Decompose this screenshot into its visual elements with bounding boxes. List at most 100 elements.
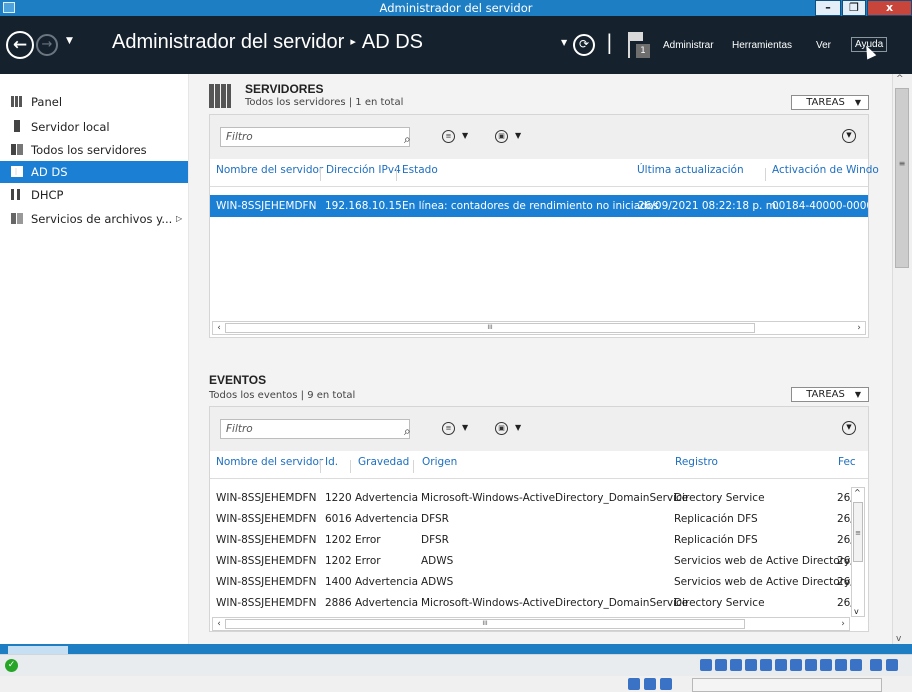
tray-icon[interactable] — [760, 659, 772, 671]
table-row[interactable]: WIN-8SSJEHEMDFN 1400 Advertencia ADWS Se… — [210, 571, 852, 593]
tray-icon[interactable] — [805, 659, 817, 671]
sidebar-item-label: Panel — [31, 95, 63, 109]
bottom-strip — [0, 676, 912, 692]
menu-herramientas[interactable]: Herramientas — [732, 40, 792, 51]
chevron-down-icon[interactable]: ▼ — [462, 423, 468, 432]
scrollbar-thumb[interactable]: III — [225, 619, 745, 629]
cell-status: En línea: contadores de rendimiento no i… — [402, 200, 659, 212]
forward-arrow-icon[interactable]: → — [36, 34, 58, 56]
sidebar-item-label: Servicios de archivos y... — [31, 212, 173, 226]
taskbar-button[interactable] — [8, 646, 68, 654]
table-row[interactable]: WIN-8SSJEHEMDFN 2886 Advertencia Microso… — [210, 592, 852, 614]
scroll-right-icon[interactable]: › — [837, 618, 849, 630]
table-row[interactable]: WIN-8SSJEHEMDFN 192.168.10.15 En línea: … — [210, 195, 868, 217]
window-title: Administrador del servidor — [379, 1, 533, 15]
menu-administrar[interactable]: Administrar — [663, 40, 714, 51]
tray-icon[interactable] — [850, 659, 862, 671]
column-server-name[interactable]: Nombre del servidor — [216, 164, 323, 186]
tray-icon[interactable] — [790, 659, 802, 671]
back-arrow-icon[interactable]: ← — [6, 31, 34, 59]
column-windows-activation[interactable]: Activación de Windo — [772, 164, 879, 186]
search-icon[interactable]: ⌕ — [404, 130, 411, 148]
scrollbar-thumb[interactable]: III — [225, 323, 755, 333]
tray-icon[interactable] — [835, 659, 847, 671]
tray-icon[interactable] — [628, 678, 640, 690]
search-icon[interactable]: ⌕ — [404, 422, 411, 440]
table-row[interactable]: WIN-8SSJEHEMDFN 1202 Error ADWS Servicio… — [210, 550, 852, 572]
scroll-up-icon[interactable]: ^ — [854, 488, 861, 497]
close-button[interactable]: x — [867, 0, 912, 16]
column-ipv4[interactable]: Dirección IPv4 — [326, 164, 401, 186]
servers-tasks-button[interactable]: TAREAS ▼ — [791, 95, 869, 110]
scroll-left-icon[interactable]: ‹ — [213, 322, 225, 334]
column-status[interactable]: Estado — [402, 164, 438, 186]
table-row[interactable]: WIN-8SSJEHEMDFN 1220 Advertencia Microso… — [210, 487, 852, 509]
scroll-down-icon[interactable]: v — [896, 634, 901, 644]
chevron-down-icon: ▼ — [854, 98, 861, 107]
refresh-icon[interactable]: ⟳ — [573, 34, 595, 56]
tray-icon[interactable] — [660, 678, 672, 690]
column-date[interactable]: Fec — [838, 456, 856, 478]
events-section-title: EVENTOS — [209, 373, 267, 387]
column-server-name[interactable]: Nombre del servidor — [216, 456, 323, 478]
tray-icon[interactable] — [730, 659, 742, 671]
notification-count-badge: 1 — [636, 44, 650, 58]
events-tasks-button[interactable]: TAREAS ▼ — [791, 387, 869, 402]
files-icon — [11, 213, 23, 224]
list-options-icon[interactable]: ≡ — [442, 130, 455, 143]
tasks-label: TAREAS — [806, 97, 845, 108]
notifications-flag-icon[interactable]: 1 — [626, 30, 656, 60]
tray-icon[interactable] — [870, 659, 882, 671]
breadcrumb-separator-icon: ▸ — [350, 36, 356, 48]
chevron-right-icon: ▷ — [176, 214, 183, 223]
chevron-down-icon[interactable]: ▼ — [515, 131, 521, 140]
column-severity[interactable]: Gravedad — [358, 456, 409, 478]
tray-icon[interactable] — [820, 659, 832, 671]
column-id[interactable]: Id. — [325, 456, 338, 478]
servers-horizontal-scrollbar[interactable]: ‹ III › — [212, 321, 866, 335]
maximize-button[interactable]: ❐ — [842, 0, 866, 16]
list-options-icon[interactable]: ≡ — [442, 422, 455, 435]
tray-icon[interactable] — [775, 659, 787, 671]
sidebar-item-all-servers[interactable]: Todos los servidores — [0, 139, 188, 161]
tray-icon[interactable] — [715, 659, 727, 671]
breadcrumb-root[interactable]: Administrador del servidor — [112, 31, 344, 53]
scrollbar-thumb[interactable]: ≡ — [895, 88, 909, 268]
breadcrumb-dropdown-icon[interactable]: ▼ — [561, 38, 567, 47]
servers-filter-input[interactable]: Filtro ⌕ — [220, 127, 411, 148]
scroll-down-icon[interactable]: v — [854, 607, 859, 616]
table-row[interactable]: WIN-8SSJEHEMDFN 1202 Error DFSR Replicac… — [210, 529, 852, 551]
tray-icon[interactable] — [886, 659, 898, 671]
events-section-subtitle: Todos los eventos | 9 en total — [209, 390, 356, 401]
sidebar-item-panel[interactable]: Panel — [0, 91, 188, 113]
sidebar-item-local-server[interactable]: Servidor local — [0, 116, 188, 138]
sidebar-item-dhcp[interactable]: DHCP — [0, 184, 188, 206]
page-vertical-scrollbar[interactable]: ^ ≡ v — [892, 74, 912, 644]
cell-ipv4: 192.168.10.15 — [325, 200, 402, 212]
column-last-update[interactable]: Última actualización — [637, 164, 744, 186]
save-query-icon[interactable]: ▣ — [495, 422, 508, 435]
scrollbar-thumb[interactable]: ≡ — [853, 502, 863, 562]
chevron-down-icon[interactable]: ▼ — [462, 131, 468, 140]
scroll-up-icon[interactable]: ^ — [896, 74, 904, 84]
sidebar-item-file-services[interactable]: Servicios de archivos y... ▷ — [0, 208, 188, 230]
expand-collapse-icon[interactable]: ▼ — [842, 421, 856, 435]
scroll-right-icon[interactable]: › — [853, 322, 865, 334]
column-log[interactable]: Registro — [675, 456, 718, 478]
events-horizontal-scrollbar[interactable]: ‹ III › — [212, 617, 850, 631]
events-vertical-scrollbar[interactable]: ^ ≡ v — [851, 487, 865, 617]
tray-icon[interactable] — [700, 659, 712, 671]
chevron-down-icon[interactable]: ▼ — [515, 423, 521, 432]
expand-collapse-icon[interactable]: ▼ — [842, 129, 856, 143]
save-query-icon[interactable]: ▣ — [495, 130, 508, 143]
events-filter-input[interactable]: Filtro ⌕ — [220, 419, 411, 440]
menu-ver[interactable]: Ver — [816, 40, 831, 51]
scroll-left-icon[interactable]: ‹ — [213, 618, 225, 630]
sidebar-item-ad-ds[interactable]: AD DS — [0, 161, 188, 183]
table-row[interactable]: WIN-8SSJEHEMDFN 6016 Advertencia DFSR Re… — [210, 508, 852, 530]
tray-icon[interactable] — [745, 659, 757, 671]
column-source[interactable]: Origen — [422, 456, 457, 478]
minimize-button[interactable]: – — [815, 0, 841, 16]
tray-icon[interactable] — [644, 678, 656, 690]
history-dropdown-icon[interactable]: ▼ — [66, 36, 73, 46]
